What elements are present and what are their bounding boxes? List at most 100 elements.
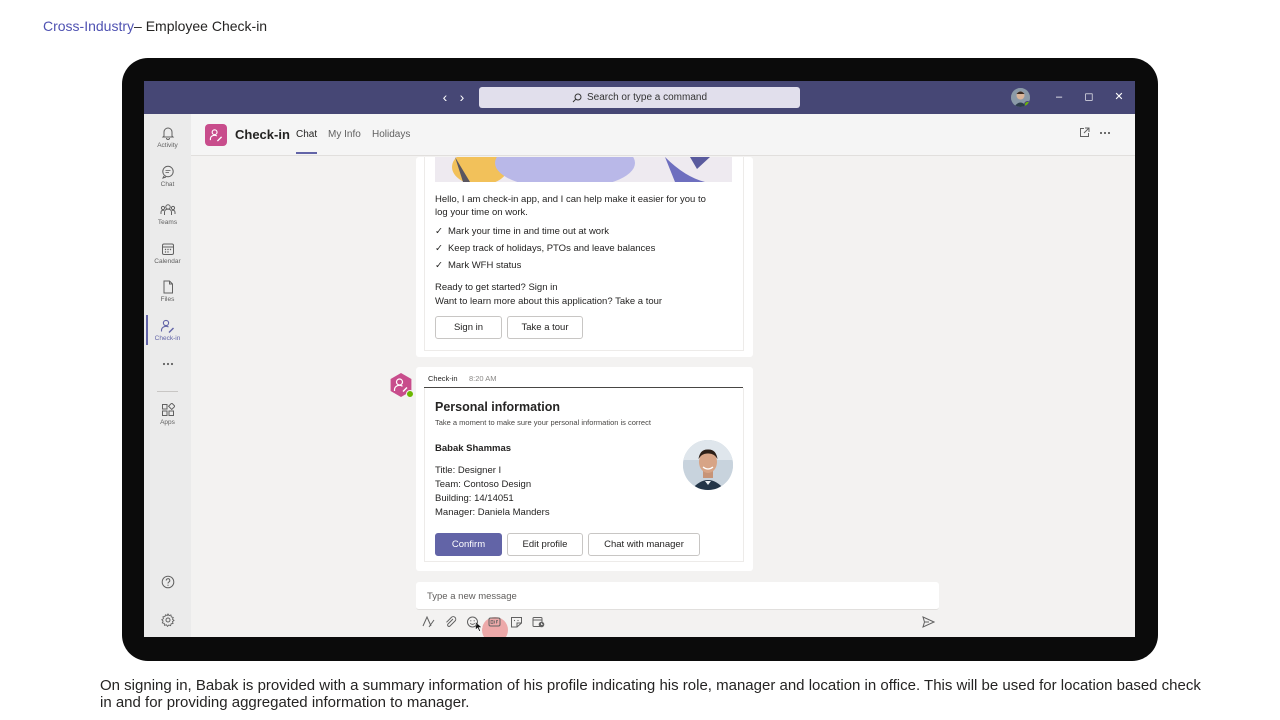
teams-window: ‹ › Search or type a command – ◻ ✕ Activ…: [144, 81, 1135, 637]
rail-item-activity[interactable]: Activity: [144, 124, 191, 160]
tab-my-info[interactable]: My Info: [328, 129, 361, 140]
calendar-icon: [161, 243, 174, 255]
welcome-intro-line1: Hello, I am check-in app, and I can help…: [435, 194, 706, 205]
rail-label: Apps: [160, 419, 175, 426]
rail-divider: [157, 391, 178, 392]
app-rail: Activity Chat Teams Calendar Files Check…: [144, 114, 191, 637]
close-icon[interactable]: ✕: [1112, 90, 1126, 104]
check-icon: ✓: [435, 260, 443, 271]
card-title: Personal information: [435, 400, 561, 414]
rail-label: Check-in: [154, 335, 181, 342]
card-subtitle: Take a moment to make sure your personal…: [435, 418, 651, 427]
search-box[interactable]: Search or type a command: [479, 87, 800, 108]
feature-item: ✓ Mark WFH status: [435, 260, 521, 271]
rail-item-teams[interactable]: Teams: [144, 201, 191, 237]
check-icon: ✓: [435, 243, 443, 254]
sign-in-button[interactable]: Sign in: [435, 316, 502, 339]
sign-in-prompt: Ready to get started? Sign in: [435, 282, 558, 293]
rail-item-chat[interactable]: Chat: [144, 163, 191, 199]
welcome-card: Hello, I am check-in app, and I can help…: [424, 157, 744, 351]
more-horizontal-icon: [162, 362, 173, 366]
settings-button[interactable]: [144, 611, 191, 631]
sticker-icon[interactable]: [510, 616, 523, 628]
take-tour-button[interactable]: Take a tour: [507, 316, 583, 339]
gear-icon: [160, 613, 175, 627]
message-composer[interactable]: Type a new message: [416, 582, 939, 610]
welcome-illustration: [435, 157, 732, 182]
feature-text: Mark WFH status: [447, 260, 522, 271]
slide-title-link[interactable]: Cross-Industry: [43, 18, 134, 34]
app-header: Check-in Chat My Info Holidays: [191, 114, 1135, 156]
file-icon: [163, 280, 173, 294]
apps-icon: [161, 403, 175, 416]
feature-item: ✓ Keep track of holidays, PTOs and leave …: [435, 243, 655, 254]
chat-with-manager-button[interactable]: Chat with manager: [588, 533, 700, 556]
more-options-icon[interactable]: [1099, 131, 1111, 135]
field-title: Title: Designer I: [435, 465, 502, 476]
minimize-icon[interactable]: –: [1052, 90, 1066, 104]
employee-name: Babak Shammas: [435, 443, 512, 454]
emoji-icon[interactable]: [466, 616, 479, 628]
back-arrow-icon[interactable]: ‹: [438, 89, 452, 105]
chat-pane: Hello, I am check-in app, and I can help…: [191, 157, 1135, 637]
slide-caption: On signing in, Babak is provided with a …: [100, 677, 1201, 711]
rail-label: Files: [160, 296, 175, 303]
rail-item-apps[interactable]: Apps: [144, 401, 191, 437]
check-icon: ✓: [435, 226, 443, 237]
tour-prompt: Want to learn more about this applicatio…: [435, 296, 663, 307]
format-icon[interactable]: [422, 616, 435, 628]
rail-label: Calendar: [154, 258, 181, 265]
composer-placeholder: Type a new message: [427, 591, 517, 602]
schedule-meeting-icon[interactable]: [532, 616, 545, 628]
forward-arrow-icon[interactable]: ›: [455, 89, 469, 105]
app-title: Check-in: [235, 127, 290, 142]
user-avatar[interactable]: [1011, 88, 1030, 107]
hero-illustration-image: [435, 157, 732, 182]
teams-icon: [160, 204, 175, 215]
personal-info-card: Personal information Take a moment to ma…: [424, 388, 744, 562]
message-timestamp: 8:20 AM: [469, 374, 497, 383]
bot-avatar[interactable]: [389, 373, 414, 398]
slide-title-rest: – Employee Check-in: [134, 18, 268, 34]
popout-icon[interactable]: [1079, 127, 1090, 138]
chat-icon: [161, 165, 174, 179]
feature-item: ✓ Mark your time in and time out at work: [435, 226, 609, 237]
edit-profile-button[interactable]: Edit profile: [507, 533, 583, 556]
welcome-message: Hello, I am check-in app, and I can help…: [416, 157, 753, 357]
search-placeholder: Search or type a command: [586, 92, 708, 103]
rail-label: Chat: [160, 181, 175, 188]
profile-photo: [683, 440, 733, 490]
feature-text: Keep track of holidays, PTOs and leave b…: [447, 243, 656, 254]
message-sender: Check-in: [428, 374, 458, 383]
tab-holidays[interactable]: Holidays: [372, 129, 410, 140]
profile-message: Check-in 8:20 AM Personal information Ta…: [416, 367, 753, 571]
rail-item-checkin[interactable]: Check-in: [144, 317, 191, 353]
help-button[interactable]: [144, 573, 191, 593]
welcome-intro-line2: log your time on work.: [435, 207, 528, 218]
active-tab-indicator: [296, 152, 317, 154]
slide-title: Cross-Industry– Employee Check-in: [43, 18, 267, 34]
bell-icon: [161, 127, 174, 140]
maximize-icon[interactable]: ◻: [1082, 90, 1096, 104]
presence-status-icon: [1024, 101, 1030, 107]
search-icon: [572, 93, 582, 102]
field-building: Building: 14/14051: [435, 493, 514, 504]
checkin-logo-icon: [209, 129, 223, 142]
field-manager: Manager: Daniela Manders: [435, 507, 550, 518]
rail-item-calendar[interactable]: Calendar: [144, 240, 191, 276]
gif-icon[interactable]: [488, 616, 501, 628]
attach-icon[interactable]: [444, 616, 457, 628]
profile-photo-image: [683, 440, 733, 490]
rail-item-files[interactable]: Files: [144, 278, 191, 314]
title-bar: ‹ › Search or type a command – ◻ ✕: [144, 81, 1135, 114]
send-icon[interactable]: [922, 616, 935, 628]
tab-chat[interactable]: Chat: [296, 129, 317, 140]
rail-label: Teams: [157, 219, 178, 226]
help-icon: [161, 575, 174, 589]
compose-toolbar: [422, 616, 545, 628]
feature-text: Mark your time in and time out at work: [447, 226, 610, 237]
rail-label: Activity: [157, 142, 178, 149]
more-apps-button[interactable]: [144, 358, 191, 378]
confirm-button[interactable]: Confirm: [435, 533, 502, 556]
bot-presence-icon: [406, 390, 414, 398]
